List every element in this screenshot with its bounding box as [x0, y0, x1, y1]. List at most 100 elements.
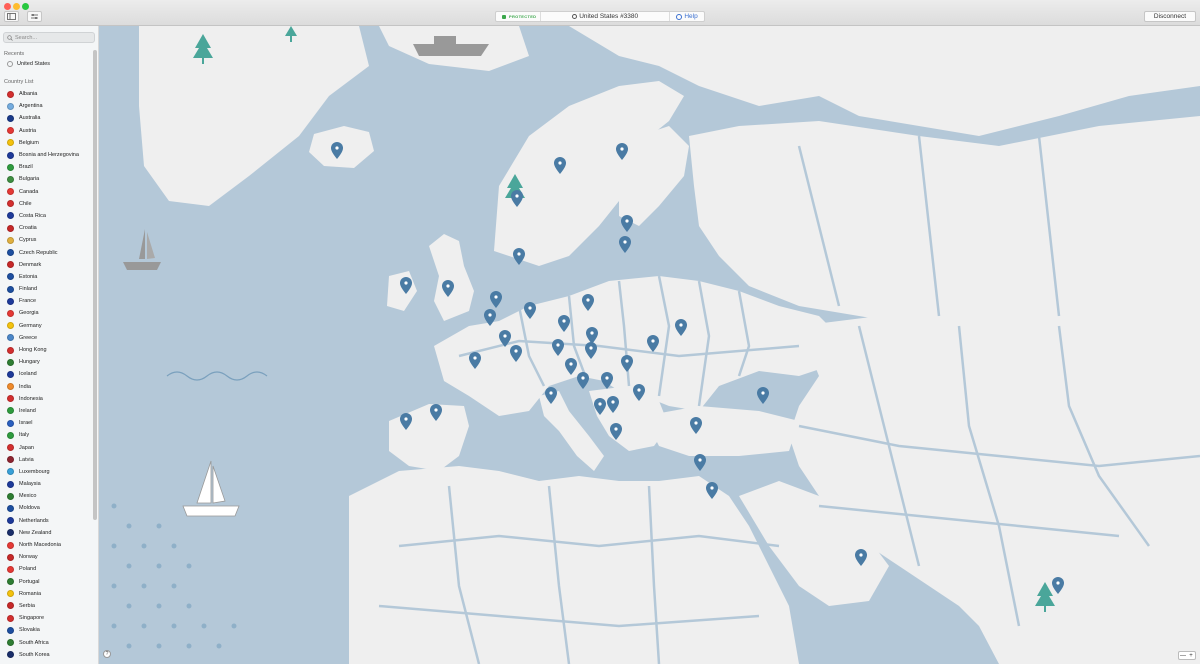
- flag-icon: [7, 639, 14, 647]
- country-label: Ireland: [19, 407, 36, 414]
- country-label: Belgium: [19, 139, 39, 146]
- country-item[interactable]: Malaysia: [7, 478, 92, 490]
- country-item[interactable]: Ireland: [7, 405, 92, 417]
- country-item[interactable]: Netherlands: [7, 515, 92, 527]
- country-item[interactable]: Greece: [7, 332, 92, 344]
- flag-icon: [7, 456, 14, 464]
- flag-icon: [7, 151, 14, 159]
- country-item[interactable]: Bosnia and Herzegovina: [7, 149, 92, 161]
- country-item[interactable]: Serbia: [7, 600, 92, 612]
- help-button[interactable]: Help: [670, 12, 704, 21]
- country-item[interactable]: Cyprus: [7, 234, 92, 246]
- country-item[interactable]: North Macedonia: [7, 539, 92, 551]
- disconnect-button[interactable]: Disconnect: [1144, 11, 1196, 22]
- country-item[interactable]: Austria: [7, 125, 92, 137]
- country-item[interactable]: Italy: [7, 429, 92, 441]
- flag-icon: [7, 346, 14, 354]
- flag-icon: [7, 407, 14, 415]
- country-item[interactable]: Singapore: [7, 612, 92, 624]
- minimize-window-button[interactable]: [13, 3, 20, 10]
- country-list-heading: Country List: [4, 79, 34, 85]
- country-item[interactable]: Romania: [7, 588, 92, 600]
- country-item[interactable]: Moldova: [7, 502, 92, 514]
- sidebar-toggle-button[interactable]: [4, 11, 19, 22]
- sliders-icon: [31, 14, 38, 19]
- country-label: Austria: [19, 127, 37, 134]
- country-item[interactable]: Iceland: [7, 368, 92, 380]
- flag-icon: [7, 334, 14, 342]
- country-item[interactable]: Latvia: [7, 454, 92, 466]
- country-item[interactable]: Israel: [7, 417, 92, 429]
- country-item[interactable]: Chile: [7, 198, 92, 210]
- country-item[interactable]: Japan: [7, 441, 92, 453]
- country-item[interactable]: India: [7, 381, 92, 393]
- country-item[interactable]: Mexico: [7, 490, 92, 502]
- world-map[interactable]: [99, 26, 1200, 664]
- connection-status-bar: PROTECTED United States #3380 Help: [495, 11, 705, 22]
- search-box[interactable]: [3, 32, 95, 43]
- country-label: New Zealand: [19, 529, 52, 536]
- country-item[interactable]: Portugal: [7, 576, 92, 588]
- settings-button[interactable]: [27, 11, 42, 22]
- country-label: Mexico: [19, 493, 37, 500]
- recents-heading: Recents: [4, 51, 25, 57]
- flag-icon: [7, 383, 14, 391]
- flag-icon: [7, 114, 14, 122]
- country-item[interactable]: Luxembourg: [7, 466, 92, 478]
- country-item[interactable]: Estonia: [7, 271, 92, 283]
- country-list: Albania Argentina Australia Austria Belgium B…: [7, 88, 92, 661]
- country-item[interactable]: Costa Rica: [7, 210, 92, 222]
- flag-icon: [7, 212, 14, 220]
- country-label: Norway: [19, 554, 38, 561]
- flag-icon: [7, 370, 14, 378]
- country-item[interactable]: France: [7, 295, 92, 307]
- server-name: United States #3380: [579, 13, 639, 20]
- flag-icon: [7, 309, 14, 317]
- sidebar-scrollbar[interactable]: [93, 50, 97, 520]
- country-item[interactable]: Bulgaria: [7, 173, 92, 185]
- country-label: France: [19, 298, 37, 305]
- country-item[interactable]: Germany: [7, 320, 92, 332]
- country-item[interactable]: Poland: [7, 563, 92, 575]
- country-item[interactable]: Hong Kong: [7, 344, 92, 356]
- country-item[interactable]: Finland: [7, 283, 92, 295]
- country-item[interactable]: New Zealand: [7, 527, 92, 539]
- country-label: Indonesia: [19, 395, 43, 402]
- flag-icon: [7, 419, 14, 427]
- zoom-in-button[interactable]: +: [1187, 652, 1195, 659]
- country-item[interactable]: Belgium: [7, 137, 92, 149]
- recent-item[interactable]: United States: [7, 61, 50, 67]
- search-input[interactable]: [15, 34, 85, 41]
- protected-status: PROTECTED: [496, 12, 542, 21]
- zoom-window-button[interactable]: [22, 3, 29, 10]
- country-item[interactable]: South Africa: [7, 636, 92, 648]
- country-item[interactable]: Slovakia: [7, 624, 92, 636]
- country-item[interactable]: Brazil: [7, 161, 92, 173]
- country-item[interactable]: Hungary: [7, 356, 92, 368]
- country-item[interactable]: Canada: [7, 186, 92, 198]
- country-item[interactable]: Georgia: [7, 307, 92, 319]
- zoom-out-button[interactable]: —: [1179, 652, 1187, 659]
- flag-icon: [7, 444, 14, 452]
- country-item[interactable]: Norway: [7, 551, 92, 563]
- country-item[interactable]: Australia: [7, 112, 92, 124]
- country-label: Brazil: [19, 164, 33, 171]
- country-label: Bosnia and Herzegovina: [19, 152, 79, 159]
- country-item[interactable]: South Korea: [7, 649, 92, 661]
- country-label: Hungary: [19, 359, 40, 366]
- current-server[interactable]: United States #3380: [541, 12, 670, 21]
- flag-icon: [7, 297, 14, 305]
- country-item[interactable]: Albania: [7, 88, 92, 100]
- country-item[interactable]: Indonesia: [7, 393, 92, 405]
- country-label: Czech Republic: [19, 249, 58, 256]
- country-item[interactable]: Argentina: [7, 100, 92, 112]
- close-window-button[interactable]: [4, 3, 11, 10]
- country-label: Netherlands: [19, 517, 49, 524]
- country-item[interactable]: Denmark: [7, 259, 92, 271]
- help-icon: [676, 13, 683, 20]
- country-item[interactable]: Croatia: [7, 222, 92, 234]
- flag-icon: [7, 395, 14, 403]
- help-icon-button[interactable]: ?: [103, 650, 111, 658]
- country-item[interactable]: Czech Republic: [7, 246, 92, 258]
- flag-icon: [7, 468, 14, 476]
